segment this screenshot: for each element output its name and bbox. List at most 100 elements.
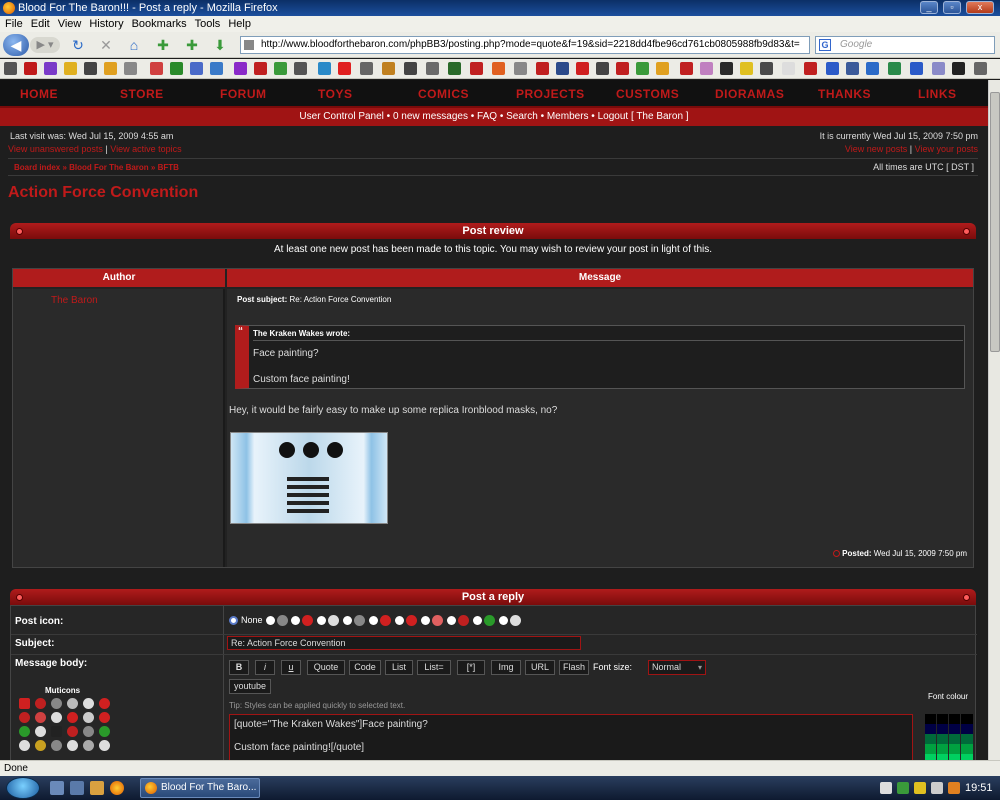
bookmark-icon[interactable] bbox=[536, 62, 549, 75]
user-control-bar[interactable]: User Control Panel • 0 new messages • FA… bbox=[0, 108, 988, 126]
bookmark-icon[interactable] bbox=[210, 62, 223, 75]
radio-icon[interactable] bbox=[421, 616, 430, 625]
bookmark-icon[interactable] bbox=[492, 62, 505, 75]
bookmark-icon[interactable] bbox=[782, 62, 795, 75]
bookmark-icon[interactable] bbox=[294, 62, 307, 75]
emoticon-icon[interactable] bbox=[83, 740, 94, 751]
radio-icon[interactable] bbox=[499, 616, 508, 625]
menu-bookmarks[interactable]: Bookmarks bbox=[132, 18, 187, 30]
view-unanswered-link[interactable]: View unanswered posts bbox=[8, 144, 103, 154]
emoticon-icon[interactable] bbox=[67, 698, 78, 709]
bookmark-icon[interactable] bbox=[932, 62, 945, 75]
add-bookmark-icon[interactable]: ✚ bbox=[155, 37, 171, 53]
bookmark-icon[interactable] bbox=[64, 62, 77, 75]
font-size-select[interactable]: Normal ▾ bbox=[648, 660, 706, 675]
emoticon-icon[interactable] bbox=[35, 698, 46, 709]
bookmark-icon[interactable] bbox=[190, 62, 203, 75]
view-active-link[interactable]: View active topics bbox=[110, 144, 181, 154]
radio-none[interactable] bbox=[229, 616, 238, 625]
bookmark-icon[interactable] bbox=[514, 62, 527, 75]
emoticon-icon[interactable] bbox=[99, 712, 110, 723]
bookmark-icon[interactable] bbox=[616, 62, 629, 75]
bookmark-icon[interactable] bbox=[124, 62, 137, 75]
message-textarea[interactable]: [quote="The Kraken Wakes"]Face painting?… bbox=[229, 714, 913, 760]
code-button[interactable]: Code bbox=[349, 660, 381, 675]
emoticon-icon[interactable] bbox=[51, 698, 62, 709]
switch-windows-icon[interactable] bbox=[70, 781, 84, 795]
bookmark-icon[interactable] bbox=[382, 62, 395, 75]
img-button[interactable]: Img bbox=[491, 660, 521, 675]
bookmark-icon[interactable] bbox=[104, 62, 117, 75]
bookmark-icon[interactable] bbox=[826, 62, 839, 75]
bookmark-icon[interactable] bbox=[740, 62, 753, 75]
maximize-button[interactable]: ▫ bbox=[943, 1, 961, 14]
bookmark-icon[interactable] bbox=[596, 62, 609, 75]
url-bar[interactable]: http://www.bloodforthebaron.com/phpBB3/p… bbox=[240, 36, 810, 54]
bookmark-icon[interactable] bbox=[866, 62, 879, 75]
minimize-button[interactable]: _ bbox=[920, 1, 938, 14]
emoticon-new-icon[interactable] bbox=[19, 698, 30, 709]
emoticon-icon[interactable] bbox=[99, 726, 110, 737]
bookmark-icon[interactable] bbox=[24, 62, 37, 75]
emoticon-icon[interactable] bbox=[35, 712, 46, 723]
flash-button[interactable]: Flash bbox=[559, 660, 589, 675]
bookmark-icon[interactable] bbox=[636, 62, 649, 75]
new-tab-icon[interactable]: ✚ bbox=[184, 37, 200, 53]
bookmark-icon[interactable] bbox=[656, 62, 669, 75]
emoticon-icon[interactable] bbox=[99, 698, 110, 709]
google-icon[interactable]: G bbox=[819, 39, 831, 51]
emoticon-icon[interactable] bbox=[83, 726, 94, 737]
emoticon-icon[interactable] bbox=[19, 740, 30, 751]
nav-comics[interactable]: COMICS bbox=[418, 87, 469, 101]
tray-volume-icon[interactable] bbox=[931, 782, 943, 794]
search-input[interactable]: G Google bbox=[815, 36, 995, 54]
emoticon-icon[interactable] bbox=[83, 712, 94, 723]
bookmark-icon[interactable] bbox=[888, 62, 901, 75]
emoticon-icon[interactable] bbox=[51, 712, 62, 723]
taskbar-window-button[interactable]: Blood For The Baro... bbox=[140, 778, 260, 798]
bookmark-icon[interactable] bbox=[910, 62, 923, 75]
nav-dioramas[interactable]: DIORAMAS bbox=[715, 87, 784, 101]
menu-view[interactable]: View bbox=[58, 18, 82, 30]
bookmark-icon[interactable] bbox=[576, 62, 589, 75]
bookmark-icon[interactable] bbox=[44, 62, 57, 75]
nav-store[interactable]: STORE bbox=[120, 87, 164, 101]
tray-arrow-icon[interactable] bbox=[880, 782, 892, 794]
bookmark-icon[interactable] bbox=[170, 62, 183, 75]
nav-projects[interactable]: PROJECTS bbox=[516, 87, 585, 101]
radio-icon[interactable] bbox=[369, 616, 378, 625]
emoticon-icon[interactable] bbox=[83, 698, 94, 709]
bookmark-icon[interactable] bbox=[234, 62, 247, 75]
forward-button[interactable]: ▶ ▾ bbox=[30, 37, 60, 53]
url-button[interactable]: URL bbox=[525, 660, 555, 675]
explorer-icon[interactable] bbox=[90, 781, 104, 795]
stop-icon[interactable]: ✕ bbox=[98, 37, 114, 53]
tray-shield-icon[interactable] bbox=[914, 782, 926, 794]
bookmark-icon[interactable] bbox=[846, 62, 859, 75]
emoticon-icon[interactable] bbox=[67, 726, 78, 737]
bookmark-icon[interactable] bbox=[404, 62, 417, 75]
bookmark-icon[interactable] bbox=[470, 62, 483, 75]
emoticon-sas-icon[interactable] bbox=[51, 726, 62, 737]
bookmark-icon[interactable] bbox=[680, 62, 693, 75]
bookmark-icon[interactable] bbox=[952, 62, 965, 75]
bookmark-icon[interactable] bbox=[720, 62, 733, 75]
bookmark-icon[interactable] bbox=[700, 62, 713, 75]
bold-button[interactable]: B bbox=[229, 660, 249, 675]
emoticon-icon[interactable] bbox=[19, 712, 30, 723]
bookmark-icon[interactable] bbox=[426, 62, 439, 75]
page-title[interactable]: Action Force Convention bbox=[8, 184, 198, 202]
breadcrumb[interactable]: Board index » Blood For The Baron » BFTB bbox=[14, 163, 179, 172]
list-button[interactable]: List bbox=[385, 660, 413, 675]
vertical-scrollbar[interactable] bbox=[988, 80, 1000, 760]
nav-thanks[interactable]: THANKS bbox=[818, 87, 871, 101]
bookmark-icon[interactable] bbox=[360, 62, 373, 75]
back-button[interactable]: ◀ bbox=[3, 34, 29, 56]
menu-help[interactable]: Help bbox=[228, 18, 251, 30]
view-your-posts-link[interactable]: View your posts bbox=[915, 144, 978, 154]
bookmark-icon[interactable] bbox=[556, 62, 569, 75]
emoticon-icon[interactable] bbox=[19, 726, 30, 737]
bookmark-icon[interactable] bbox=[4, 62, 17, 75]
scrollbar-thumb[interactable] bbox=[990, 92, 1000, 352]
post-author[interactable]: The Baron bbox=[51, 295, 98, 306]
